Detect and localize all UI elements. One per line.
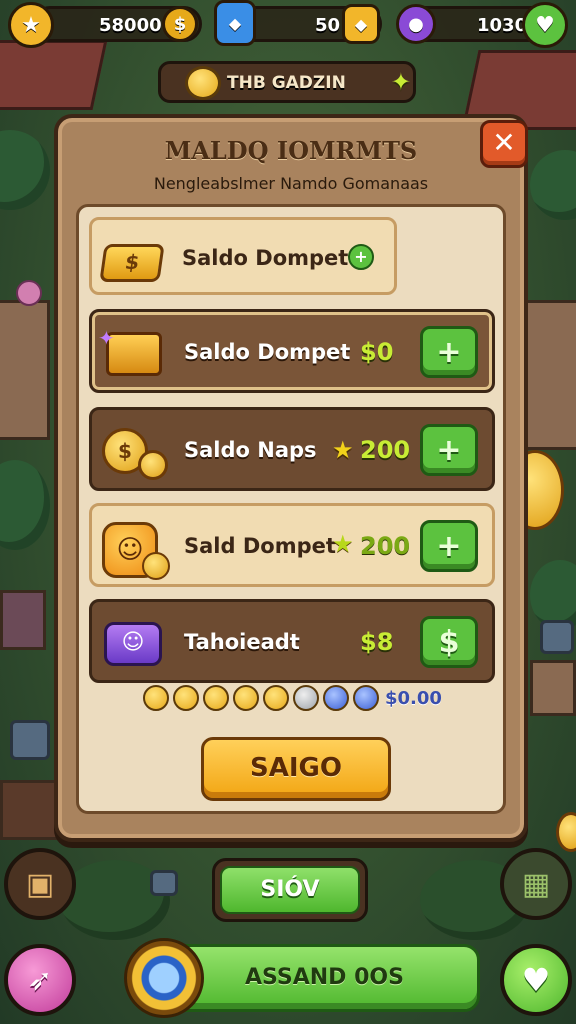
coin-icon (185, 66, 221, 100)
heart-icon: ♥ (521, 961, 551, 999)
favorite-button[interactable]: ♥ (500, 944, 572, 1016)
floating-coin-icon (556, 812, 576, 852)
wallet-icon[interactable]: ◆ (214, 0, 256, 46)
bag-icon: ▣ (25, 866, 55, 902)
shop-list-panel: $ Saldo Dompet + ✦ Saldo Dompet $0 + $ S… (76, 204, 506, 814)
buy-button[interactable]: + (420, 326, 478, 378)
rocket-icon: ➶ (27, 962, 53, 998)
gold-bar-icon: $ (99, 230, 166, 290)
token-add-icon[interactable]: ◆ (342, 4, 380, 44)
robot-wallet-icon: ☺ (102, 612, 166, 672)
wallet-dialog: MALDQ IOMRMTS Nengleabslmer Namdo Gomana… (54, 114, 528, 842)
crate (530, 660, 576, 716)
coin-icon (173, 685, 199, 711)
flower-bush (16, 280, 42, 306)
coin-icon (263, 685, 289, 711)
close-button[interactable]: ✕ (480, 120, 528, 168)
shop-item-row[interactable]: $ Saldo Naps ★ 200 + (89, 407, 495, 491)
dialog-subtitle: Nengleabslmer Namdo Gomanaas (153, 174, 429, 193)
shop-item-price: 200 (360, 436, 411, 464)
plus-icon: + (436, 432, 462, 468)
star-icon: ★ (332, 436, 354, 464)
add-icon[interactable]: + (348, 244, 374, 270)
coin-icon (233, 685, 259, 711)
heart-add-icon[interactable]: ♥ (522, 2, 568, 48)
map-button[interactable]: ▦ (500, 848, 572, 920)
coin-add-icon[interactable]: $ (162, 6, 198, 42)
coin-icon (293, 685, 319, 711)
token-count: 50 (315, 15, 341, 36)
coin-strip: $0.00 (143, 683, 442, 713)
plus-icon: + (436, 528, 462, 564)
crate (0, 780, 60, 840)
tree (530, 150, 576, 220)
coin-icon (203, 685, 229, 711)
shop-item-price: $8 (360, 628, 394, 656)
plus-icon: + (436, 334, 462, 370)
coin-icon (143, 685, 169, 711)
tree (0, 130, 50, 210)
star-badge-icon[interactable]: ★ (8, 2, 54, 48)
shop-item-label: Saldo Dompet (182, 246, 349, 270)
location-label: THB GADZIN (227, 73, 346, 93)
gem-count: 1030 (477, 15, 528, 36)
shop-item-price: 200 (360, 532, 411, 560)
coin-total: $0.00 (385, 687, 442, 709)
tree (0, 460, 50, 550)
buy-button[interactable]: $ (420, 616, 478, 668)
dollar-icon: $ (438, 624, 460, 660)
shop-item-label: Saldo Naps (184, 438, 317, 462)
secondary-action-button[interactable]: SIÓV (212, 858, 368, 922)
treasure-chest-icon: ✦ (98, 322, 166, 382)
share-button[interactable]: ➶ (4, 944, 76, 1016)
shop-item-label: Tahoieadt (184, 630, 300, 654)
buy-button[interactable]: + (420, 520, 478, 572)
sparkle-icon: ✦ (390, 68, 411, 96)
house-wall (0, 300, 50, 440)
stone-block (10, 720, 50, 760)
smiley-coin-icon: ☺ (102, 516, 170, 580)
shop-item-label: Sald Dompet (184, 534, 336, 558)
house-roof (0, 40, 108, 110)
buy-button[interactable]: + (420, 424, 478, 476)
coin-icon (323, 685, 349, 711)
bottom-action-label: ASSAND 0OS (245, 965, 404, 990)
house-wall (520, 300, 576, 450)
secondary-action-label: SIÓV (220, 866, 360, 914)
primary-action-button[interactable]: SAIGO (201, 737, 391, 801)
shop-item-row[interactable]: ☺ Tahoieadt $8 $ (89, 599, 495, 683)
coin-pile-icon: $ (102, 420, 168, 480)
shop-item-price: $0 (360, 338, 394, 366)
coin-icon (353, 685, 379, 711)
crate (0, 590, 46, 650)
stone-block (540, 620, 574, 654)
shop-item-row[interactable]: ✦ Saldo Dompet $0 + (89, 309, 495, 393)
gem-icon: ● (396, 4, 436, 44)
map-icon: ▦ (521, 866, 551, 902)
location-banner: THB GADZIN ✦ (158, 61, 416, 103)
dialog-title: MALDQ IOMRMTS (164, 136, 418, 165)
star-icon: ★ (332, 530, 354, 558)
stone-block (150, 870, 178, 896)
inventory-button[interactable]: ▣ (4, 848, 76, 920)
shop-item-row[interactable]: ☺ Sald Dompet ★ 200 + (89, 503, 495, 587)
shop-item-row[interactable]: $ Saldo Dompet + (89, 217, 397, 295)
shop-item-label: Saldo Dompet (184, 340, 351, 364)
coin-count: 58000 (99, 15, 162, 36)
compass-badge-icon (124, 938, 204, 1018)
